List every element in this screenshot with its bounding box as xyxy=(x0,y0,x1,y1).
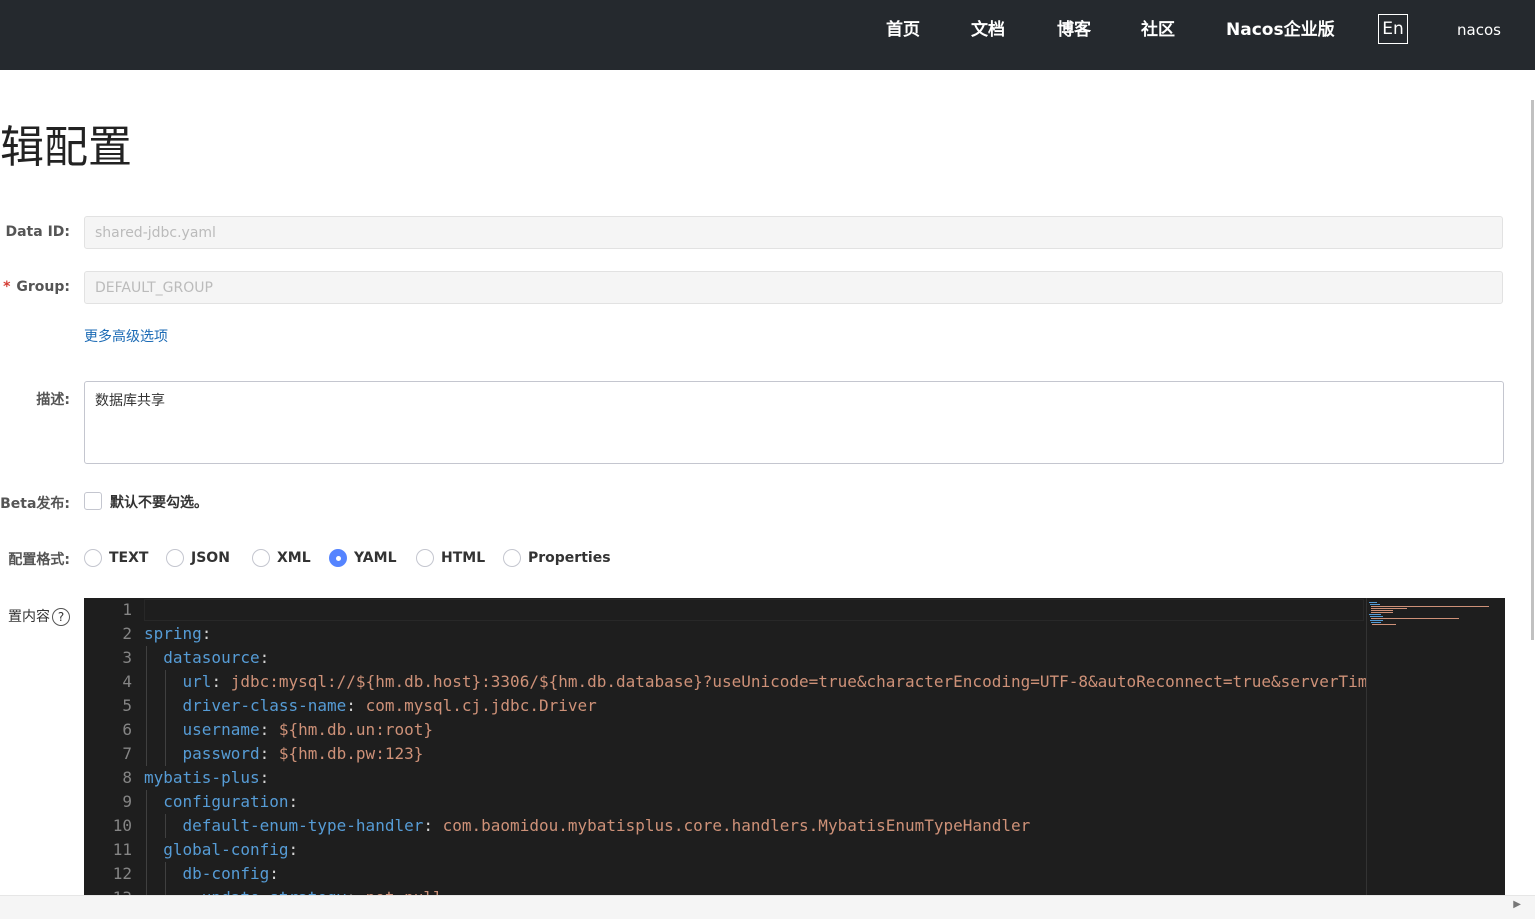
minimap-line xyxy=(1369,614,1381,615)
top-nav-bar: 首页 文档 博客 社区 Nacos企业版 En nacos xyxy=(0,0,1535,70)
minimap-line xyxy=(1371,608,1407,609)
horizontal-scrollbar[interactable]: ▶ xyxy=(0,895,1535,919)
minimap-line xyxy=(1371,612,1393,613)
code-line: update-strategy: not_null xyxy=(144,886,443,895)
code-line: global-config: xyxy=(144,840,299,859)
nav-enterprise[interactable]: Nacos企业版 xyxy=(1226,0,1335,60)
minimap-line xyxy=(1370,616,1383,617)
required-mark: * xyxy=(3,279,11,295)
code-line: spring: xyxy=(144,624,212,643)
code-editor[interactable]: 1 2 3 4 5 6 7 8 9 10 11 12 13 spring: da… xyxy=(84,598,1505,895)
description-textarea[interactable]: 数据库共享 xyxy=(84,381,1504,464)
line-number: 10 xyxy=(112,816,132,835)
code-line: driver-class-name: com.mysql.cj.jdbc.Dri… xyxy=(144,696,597,715)
nav-blog[interactable]: 博客 xyxy=(1057,0,1091,60)
format-label: 配置格式: xyxy=(8,552,70,568)
editor-minimap[interactable] xyxy=(1366,598,1505,895)
nav-community[interactable]: 社区 xyxy=(1141,0,1175,60)
beta-label: Beta发布: xyxy=(0,496,70,512)
radio-label: XML xyxy=(277,550,311,566)
content-label: 置内容? xyxy=(8,606,70,626)
code-line: datasource: xyxy=(144,648,270,667)
page-scrollbar[interactable] xyxy=(1531,100,1534,640)
line-number: 12 xyxy=(112,864,132,883)
minimap-line xyxy=(1371,606,1489,607)
radio-label: YAML xyxy=(354,550,397,566)
line-number: 5 xyxy=(122,696,132,715)
format-radio-json[interactable]: JSON xyxy=(166,549,230,567)
code-line: username: ${hm.db.un:root} xyxy=(144,720,433,739)
line-number: 6 xyxy=(122,720,132,739)
format-radio-properties[interactable]: Properties xyxy=(503,549,611,567)
line-number: 13 xyxy=(113,886,132,895)
language-switch-button[interactable]: En xyxy=(1378,14,1408,44)
beta-checkbox[interactable] xyxy=(84,492,102,510)
line-number: 4 xyxy=(122,672,132,691)
page-title: 辑配置 xyxy=(0,122,132,173)
line-number: 8 xyxy=(122,768,132,787)
minimap-line xyxy=(1370,604,1380,605)
line-number: 1 xyxy=(122,600,132,619)
format-radio-xml[interactable]: XML xyxy=(252,549,311,567)
user-menu[interactable]: nacos xyxy=(1457,0,1501,60)
radio-circle xyxy=(84,549,102,567)
radio-label: JSON xyxy=(191,550,230,566)
line-number: 2 xyxy=(122,624,132,643)
group-label-text: Group: xyxy=(16,279,70,295)
line-number-gutter: 1 2 3 4 5 6 7 8 9 10 11 12 13 xyxy=(84,598,140,895)
radio-circle xyxy=(166,549,184,567)
radio-circle-selected xyxy=(329,549,347,567)
line-number: 7 xyxy=(122,744,132,763)
format-radio-text[interactable]: TEXT xyxy=(84,549,148,567)
nav-home[interactable]: 首页 xyxy=(886,0,920,60)
description-label: 描述: xyxy=(36,392,70,408)
nav-docs[interactable]: 文档 xyxy=(971,0,1005,60)
data-id-input[interactable]: shared-jdbc.yaml xyxy=(84,216,1503,249)
minimap-line xyxy=(1371,618,1459,619)
radio-label: Properties xyxy=(528,550,611,566)
minimap-line xyxy=(1369,602,1377,603)
scroll-right-arrow-icon[interactable]: ▶ xyxy=(1513,899,1521,910)
radio-label: TEXT xyxy=(109,550,149,566)
code-line: url: jdbc:mysql://${hm.db.host}:3306/${h… xyxy=(144,672,1366,691)
line-number: 9 xyxy=(122,792,132,811)
line-number: 3 xyxy=(122,648,132,667)
radio-circle xyxy=(503,549,521,567)
group-input[interactable]: DEFAULT_GROUP xyxy=(84,271,1503,304)
minimap-line xyxy=(1371,622,1381,623)
advanced-options-link[interactable]: 更多高级选项 xyxy=(84,326,168,346)
question-circle-icon[interactable]: ? xyxy=(52,608,70,626)
format-radio-yaml[interactable]: YAML xyxy=(329,549,397,567)
format-radio-html[interactable]: HTML xyxy=(416,549,485,567)
code-line: configuration: xyxy=(144,792,299,811)
radio-label: HTML xyxy=(441,550,486,566)
code-line: db-config: xyxy=(144,864,279,883)
code-content[interactable]: spring: datasource: url: jdbc:mysql://${… xyxy=(144,598,1366,895)
content-label-text: 置内容 xyxy=(8,609,50,625)
radio-circle xyxy=(416,549,434,567)
code-line: password: ${hm.db.pw:123} xyxy=(144,744,424,763)
minimap-line xyxy=(1370,620,1383,621)
data-id-label: Data ID: xyxy=(5,224,70,240)
radio-circle xyxy=(252,549,270,567)
code-line: default-enum-type-handler: com.baomidou.… xyxy=(144,816,1031,835)
minimap-line xyxy=(1372,624,1396,625)
line-number: 11 xyxy=(112,840,132,859)
beta-checkbox-text: 默认不要勾选。 xyxy=(110,495,208,511)
minimap-line xyxy=(1371,610,1393,611)
group-label: * Group: xyxy=(3,279,70,295)
code-line: mybatis-plus: xyxy=(144,768,270,787)
